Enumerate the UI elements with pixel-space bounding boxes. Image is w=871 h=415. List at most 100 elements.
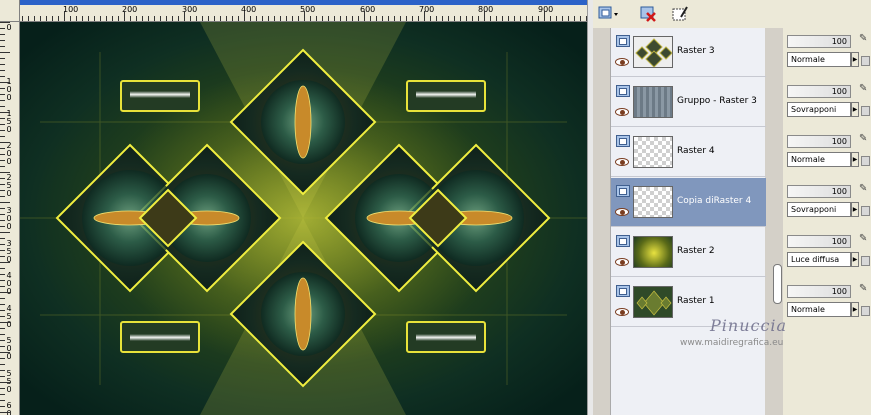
chevron-down-icon[interactable]: ▶ xyxy=(851,52,859,67)
chevron-down-icon[interactable]: ▶ xyxy=(851,302,859,317)
lock-icon[interactable] xyxy=(861,306,870,316)
ruler-tick xyxy=(0,256,5,257)
visibility-eye-icon[interactable] xyxy=(615,308,629,316)
visibility-eye-icon[interactable] xyxy=(615,58,629,66)
ruler-tick xyxy=(208,16,209,21)
ruler-tick xyxy=(214,16,215,21)
layer-row[interactable]: Raster 3 xyxy=(611,28,766,77)
ruler-tick xyxy=(0,214,5,215)
lock-icon[interactable] xyxy=(861,206,870,216)
visibility-eye-icon[interactable] xyxy=(615,258,629,266)
opacity-slider[interactable]: 100 xyxy=(787,135,851,148)
ruler-tick xyxy=(0,154,5,155)
opacity-slider[interactable]: 100 xyxy=(787,235,851,248)
pencil-icon[interactable]: ✎ xyxy=(859,33,867,44)
opacity-slider[interactable]: 100 xyxy=(787,35,851,48)
visibility-eye-icon[interactable] xyxy=(615,108,629,116)
ruler-tick xyxy=(0,412,10,413)
layers-palette: Raster 3 Gruppo - Raster 3 Raster 4 Copia d… xyxy=(593,0,871,415)
pencil-icon[interactable]: ✎ xyxy=(859,83,867,94)
lock-icon[interactable] xyxy=(861,106,870,116)
layer-row[interactable]: Gruppo - Raster 3 xyxy=(611,78,766,127)
visibility-eye-icon[interactable] xyxy=(615,208,629,216)
blend-mode-select[interactable]: Sovrapponi xyxy=(787,202,851,217)
ruler-tick xyxy=(0,202,10,203)
image-canvas[interactable] xyxy=(20,22,587,415)
blend-mode-select[interactable]: Normale xyxy=(787,52,851,67)
blend-mode-select[interactable]: Normale xyxy=(787,302,851,317)
ruler-tick xyxy=(0,322,10,323)
layer-row[interactable]: Raster 2 xyxy=(611,228,766,277)
ruler-tick xyxy=(0,58,5,59)
ruler-tick xyxy=(544,11,545,21)
ruler-tick xyxy=(0,130,5,131)
blend-mode-select[interactable]: Normale xyxy=(787,152,851,167)
ruler-tick xyxy=(478,16,479,21)
chevron-down-icon[interactable]: ▶ xyxy=(851,202,859,217)
ruler-tick xyxy=(0,406,5,407)
ruler-tick xyxy=(94,16,95,21)
ruler-tick xyxy=(52,16,53,21)
ruler-tick xyxy=(124,11,125,21)
ruler-tick xyxy=(352,16,353,21)
ruler-tick xyxy=(286,16,287,21)
opacity-slider[interactable]: 100 xyxy=(787,85,851,98)
ruler-tick xyxy=(0,370,5,371)
layer-name: Raster 1 xyxy=(677,296,715,306)
ruler-tick xyxy=(0,226,5,227)
ruler-tick xyxy=(550,16,551,21)
ruler-tick xyxy=(34,16,35,21)
opacity-value: 100 xyxy=(831,287,847,296)
layer-thumbnail xyxy=(633,136,673,168)
layer-list: Raster 3 Gruppo - Raster 3 Raster 4 Copia d… xyxy=(610,28,766,415)
pencil-icon[interactable]: ✎ xyxy=(859,233,867,244)
ruler-tick xyxy=(0,328,5,329)
opacity-slider[interactable]: 100 xyxy=(787,285,851,298)
ruler-tick xyxy=(430,16,431,21)
chevron-down-icon[interactable]: ▶ xyxy=(851,152,859,167)
ruler-tick xyxy=(490,16,491,21)
ruler-tick xyxy=(412,16,413,21)
layer-row[interactable]: Copia diRaster 4 xyxy=(611,178,766,227)
blend-mode-select[interactable]: Luce diffusa xyxy=(787,252,851,267)
chevron-down-icon[interactable]: ▶ xyxy=(851,252,859,267)
ruler-tick xyxy=(406,16,407,21)
ruler-tick xyxy=(70,16,71,21)
list-scroll-handle[interactable] xyxy=(773,264,782,304)
ruler-tick xyxy=(0,190,5,191)
ruler-tick xyxy=(460,16,461,21)
ruler-tick xyxy=(88,16,89,21)
ruler-tick xyxy=(0,352,10,353)
delete-layer-icon[interactable] xyxy=(637,4,659,24)
ruler-tick xyxy=(0,160,5,161)
ruler-tick xyxy=(0,34,5,35)
horizontal-ruler: 0100200300400500600700800900 xyxy=(0,0,590,22)
pencil-icon[interactable]: ✎ xyxy=(859,283,867,294)
ruler-tick xyxy=(172,16,173,21)
blend-mode-select[interactable]: Sovrapponi xyxy=(787,102,851,117)
layer-row[interactable]: Raster 4 xyxy=(611,128,766,177)
visibility-eye-icon[interactable] xyxy=(615,158,629,166)
lock-icon[interactable] xyxy=(861,156,870,166)
pencil-icon[interactable]: ✎ xyxy=(859,133,867,144)
ruler-tick xyxy=(364,11,365,21)
lock-icon[interactable] xyxy=(861,256,870,266)
ruler-tick xyxy=(0,136,5,137)
chevron-down-icon[interactable]: ▶ xyxy=(851,102,859,117)
ruler-tick xyxy=(0,268,5,269)
new-layer-icon[interactable] xyxy=(597,4,619,24)
ruler-tick xyxy=(40,16,41,21)
lock-icon[interactable] xyxy=(861,56,870,66)
ruler-tick xyxy=(46,16,47,21)
edit-icon[interactable] xyxy=(669,4,691,24)
opacity-slider[interactable]: 100 xyxy=(787,185,851,198)
pencil-icon[interactable]: ✎ xyxy=(859,183,867,194)
ruler-tick xyxy=(0,184,5,185)
ruler-tick xyxy=(0,52,10,53)
ruler-tick xyxy=(160,16,161,21)
ruler-label: 2 5 0 xyxy=(6,173,12,198)
watermark-title: Pinuccia xyxy=(710,316,788,335)
ruler-tick xyxy=(508,16,509,21)
ruler-tick xyxy=(136,16,137,21)
ruler-label: 700 xyxy=(419,5,435,14)
